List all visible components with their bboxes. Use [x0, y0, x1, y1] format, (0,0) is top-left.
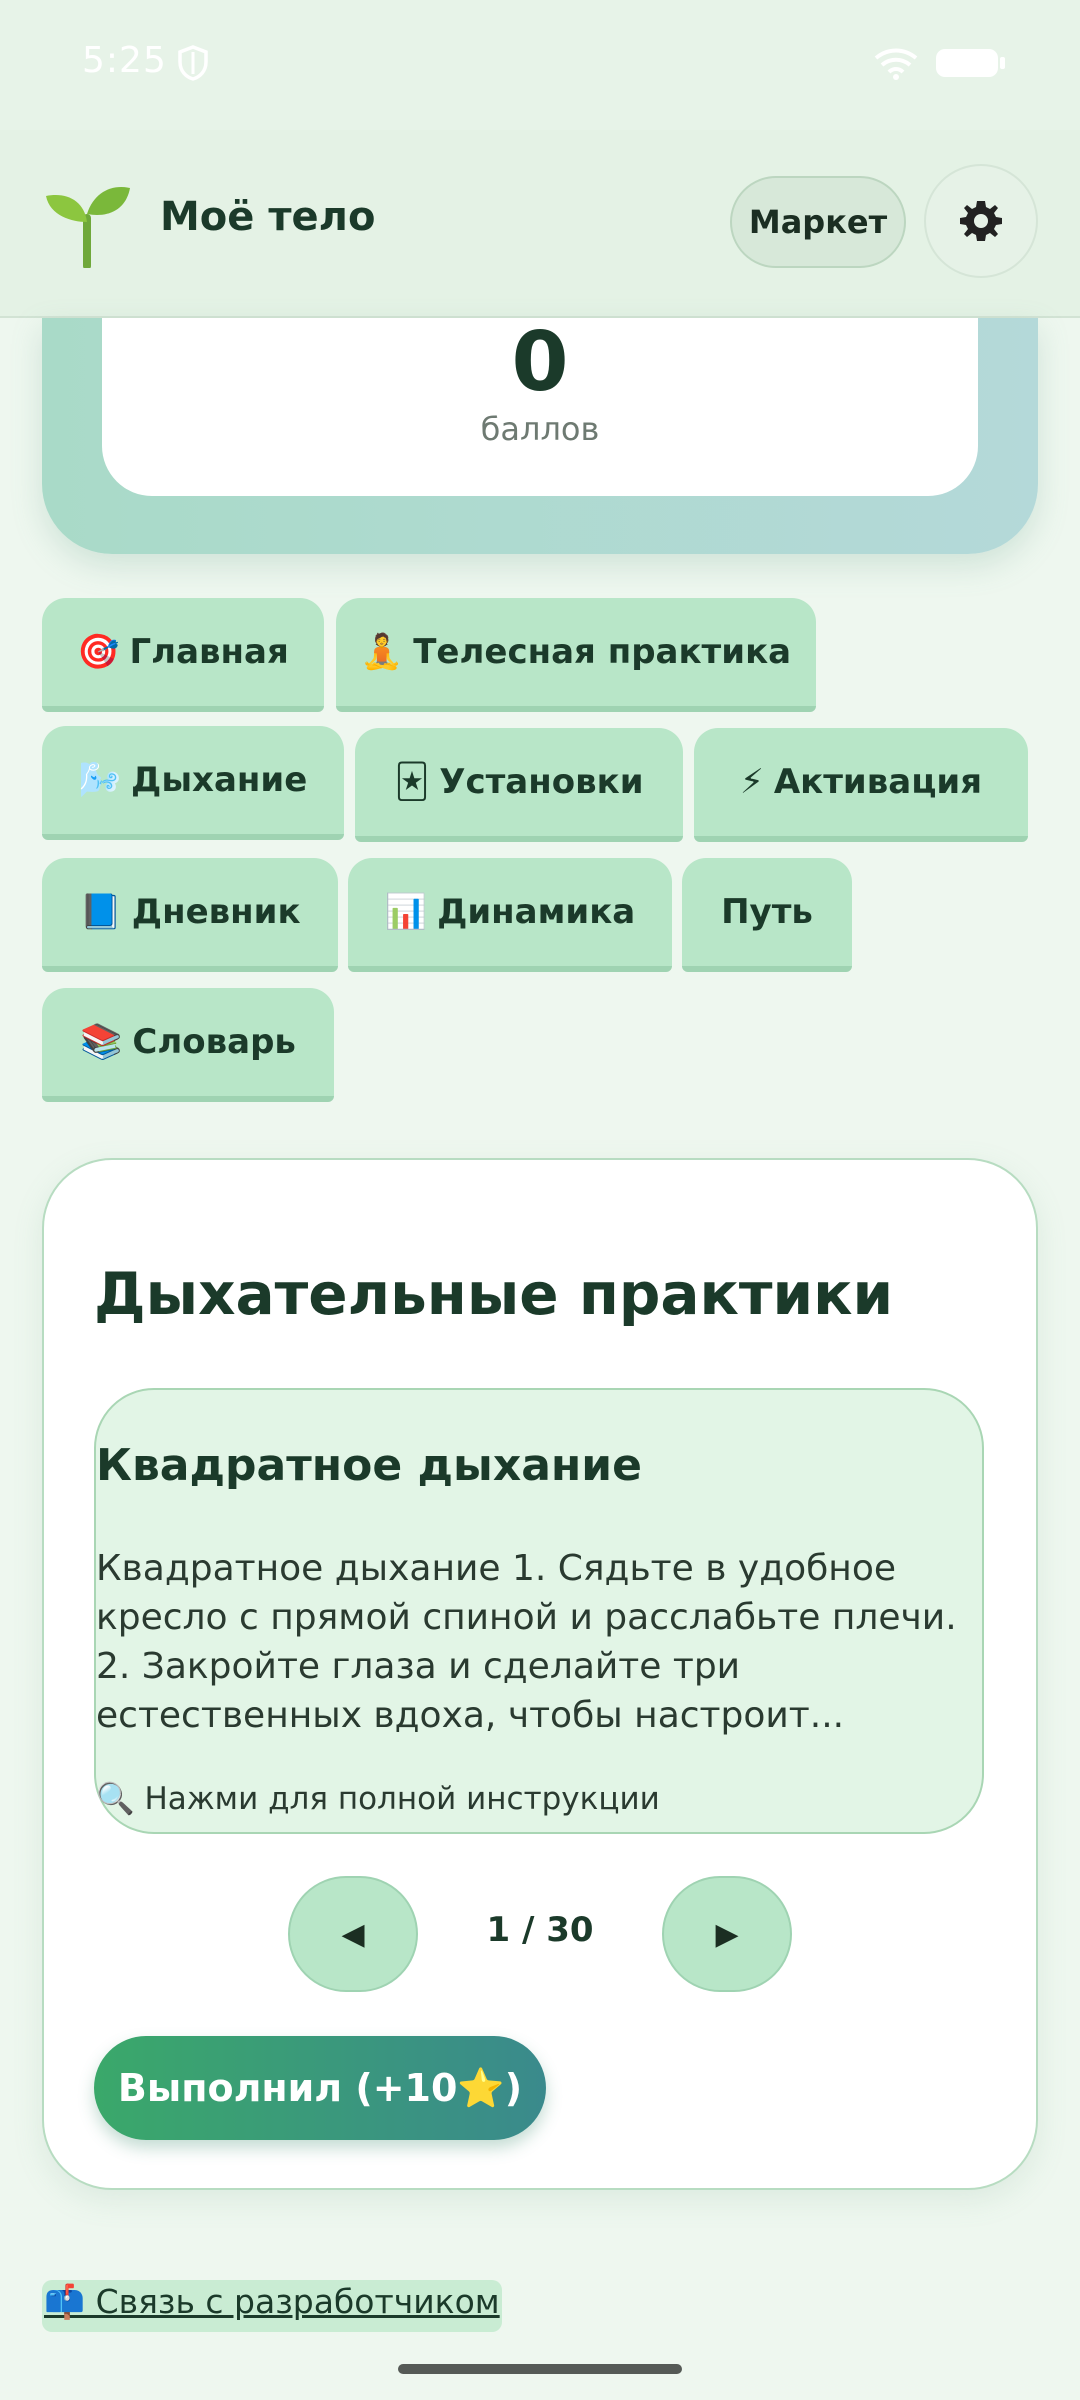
practice-description: Квадратное дыхание 1. Сядьте в удобное к…	[96, 1548, 957, 1736]
practice-title: Квадратное дыхание	[96, 1440, 642, 1491]
tab-label: Путь	[721, 892, 813, 932]
score-label: баллов	[480, 410, 600, 448]
tab-dictionary[interactable]: 📚 Словарь	[42, 988, 334, 1102]
tab-label: Динамика	[437, 892, 636, 932]
score-panel: 0 баллов	[42, 318, 1038, 554]
status-time: 5:25	[82, 40, 167, 81]
gear-icon	[960, 201, 1002, 241]
books-icon: 📚	[80, 1022, 123, 1062]
tab-diary[interactable]: 📘 Дневник	[42, 858, 338, 972]
target-icon: 🎯	[77, 632, 120, 672]
score-value: 0	[511, 315, 569, 410]
tab-label: Телесная практика	[413, 632, 792, 672]
wifi-icon	[874, 48, 918, 80]
shield-icon	[178, 45, 208, 81]
breathing-practices-card: Дыхательные практики Квадратное дыхание …	[42, 1158, 1038, 2190]
practice-pager: ◀ 1 / 30 ▶	[44, 1876, 1036, 1992]
lightning-icon: ⚡	[739, 762, 764, 802]
tab-label: Словарь	[132, 1022, 296, 1062]
tab-body-practice[interactable]: 🧘 Телесная практика	[336, 598, 816, 712]
bar-chart-icon: 📊	[384, 892, 428, 932]
book-icon: 📘	[79, 892, 122, 932]
joker-card-icon: 🃏	[394, 762, 430, 802]
full-instruction-hint: 🔍 Нажми для полной инструкции	[96, 1781, 660, 1817]
tab-path[interactable]: Путь	[682, 858, 852, 972]
section-title: Дыхательные практики	[94, 1260, 894, 1328]
tab-dynamics[interactable]: 📊 Динамика	[348, 858, 672, 972]
tab-attitudes[interactable]: 🃏 Установки	[355, 728, 683, 842]
sprout-icon	[46, 187, 130, 268]
tab-activation[interactable]: ⚡ Активация	[694, 728, 1028, 842]
contact-developer-link[interactable]: 📫 Связь с разработчиком	[42, 2280, 502, 2332]
tab-label: Активация	[773, 762, 983, 802]
score-card: 0 баллов	[102, 318, 978, 496]
tab-label: Главная	[129, 632, 289, 672]
next-practice-button[interactable]: ▶	[662, 1876, 792, 1992]
app-header: Моё тело Маркет	[0, 130, 1080, 318]
battery-icon	[936, 49, 1005, 77]
practice-card[interactable]: Квадратное дыхание Квадратное дыхание 1.…	[94, 1388, 984, 1834]
meditation-icon: 🧘	[360, 632, 404, 672]
mark-done-button[interactable]: Выполнил (+10⭐)	[94, 2036, 546, 2140]
status-bar: 5:25	[0, 0, 1080, 130]
page-counter: 1 / 30	[486, 1910, 594, 1950]
previous-practice-button[interactable]: ◀	[288, 1876, 418, 1992]
tab-label: Установки	[439, 762, 644, 802]
tab-breathing[interactable]: 🌬️ Дыхание	[42, 726, 344, 840]
tab-label: Дневник	[131, 892, 301, 932]
tab-main[interactable]: 🎯 Главная	[42, 598, 324, 712]
settings-button[interactable]	[924, 164, 1038, 278]
app-title: Моё тело	[160, 194, 376, 240]
tab-label: Дыхание	[131, 760, 308, 800]
home-indicator[interactable]	[398, 2364, 682, 2374]
wind-icon: 🌬️	[78, 760, 122, 800]
market-button[interactable]: Маркет	[730, 176, 906, 268]
